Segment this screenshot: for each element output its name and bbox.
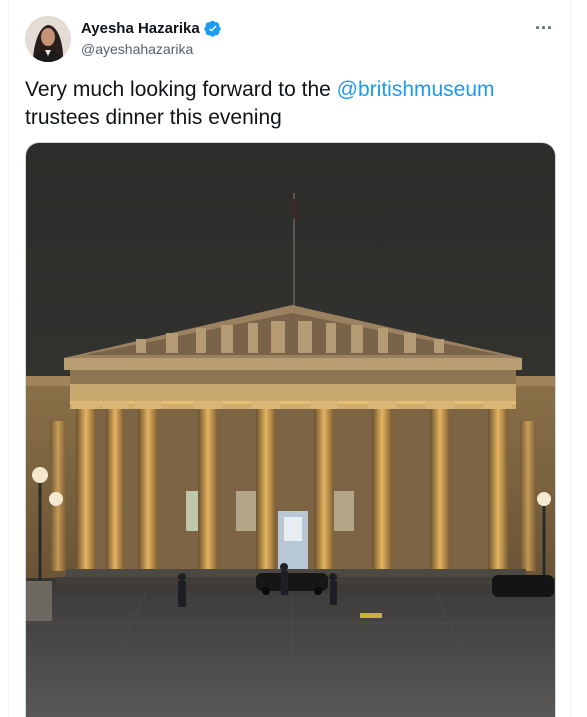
- name-row: Ayesha Hazarika: [81, 20, 221, 37]
- display-name[interactable]: Ayesha Hazarika: [81, 20, 200, 37]
- mention-link[interactable]: @britishmuseum: [337, 78, 495, 101]
- avatar[interactable]: [25, 16, 71, 62]
- user-handle[interactable]: @ayeshahazarika: [81, 41, 193, 57]
- tweet-text-after: trustees dinner this evening: [25, 106, 282, 129]
- museum-photo-image: [26, 143, 555, 717]
- more-options-button[interactable]: ···: [532, 16, 556, 40]
- tweet-card[interactable]: Ayesha Hazarika @ayeshahazarika ··· Very…: [8, 0, 571, 717]
- tweet-photo[interactable]: [25, 142, 556, 717]
- profile-photo-icon: [25, 16, 71, 62]
- tweet-text-before: Very much looking forward to the: [25, 78, 337, 101]
- ellipsis-icon: ···: [535, 18, 553, 38]
- verified-badge-icon: [204, 20, 221, 37]
- tweet-text: Very much looking forward to the @britis…: [25, 76, 545, 132]
